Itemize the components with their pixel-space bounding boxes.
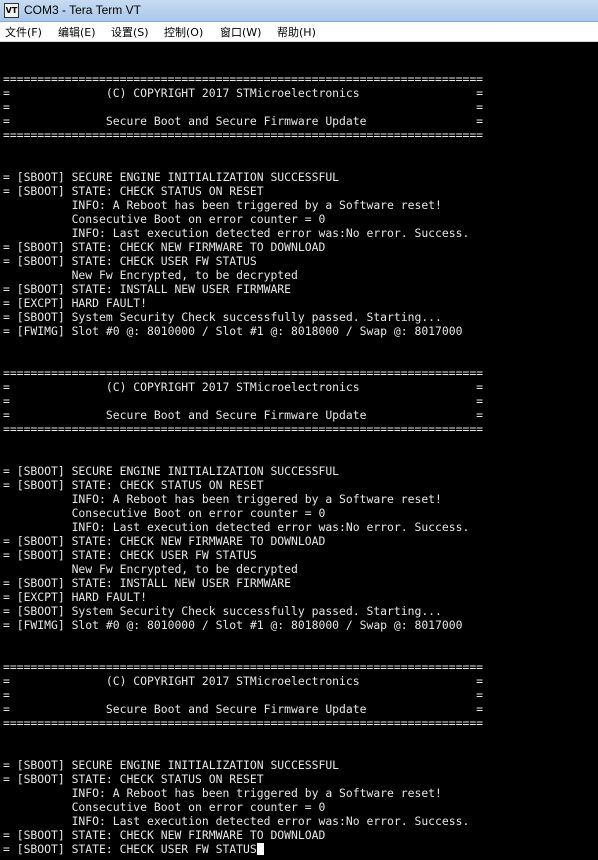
terminal-line: = [SBOOT] STATE: INSTALL NEW USER FIRMWA… xyxy=(3,576,292,590)
terminal-line: INFO: Last execution detected error was:… xyxy=(3,520,470,534)
terminal-line: ========================================… xyxy=(3,72,484,86)
terminal-line: = (C) COPYRIGHT 2017 STMicroelectronics … xyxy=(3,86,484,100)
menu-edit[interactable]: 编辑(E) xyxy=(56,24,98,40)
terminal-line: = = xyxy=(3,688,484,702)
terminal-line: = [SBOOT] SECURE ENGINE INITIALIZATION S… xyxy=(3,758,340,772)
terminal-output[interactable]: ========================================… xyxy=(0,42,598,860)
terminal-line: = [SBOOT] STATE: CHECK USER FW STATUS xyxy=(3,842,598,856)
terminal-line: INFO: A Reboot has been triggered by a S… xyxy=(3,786,442,800)
terminal-line: = (C) COPYRIGHT 2017 STMicroelectronics … xyxy=(3,674,484,688)
terminal-line: INFO: Last execution detected error was:… xyxy=(3,814,470,828)
terminal-line: = [SBOOT] System Security Check successf… xyxy=(3,604,442,618)
menu-help[interactable]: 帮助(H) xyxy=(275,24,318,40)
menu-control[interactable]: 控制(O) xyxy=(162,24,205,40)
menu-window[interactable]: 窗口(W) xyxy=(218,24,263,40)
terminal-line: = [SBOOT] System Security Check successf… xyxy=(3,310,442,324)
terminal-line: = [SBOOT] STATE: CHECK USER FW STATUS xyxy=(3,254,257,268)
terminal-line: = [SBOOT] STATE: CHECK STATUS ON RESET xyxy=(3,184,264,198)
tera-term-window: VT COM3 - Tera Term VT 文件(F) 编辑(E) 设置(S)… xyxy=(0,0,598,860)
terminal-line: ========================================… xyxy=(3,128,484,142)
terminal-line: Consecutive Boot on error counter = 0 xyxy=(3,506,326,520)
terminal-line: = [EXCPT] HARD FAULT! xyxy=(3,590,148,604)
terminal-line: = [FWIMG] Slot #0 @: 8010000 / Slot #1 @… xyxy=(3,324,463,338)
terminal-line: INFO: A Reboot has been triggered by a S… xyxy=(3,492,442,506)
terminal-line: ========================================… xyxy=(3,660,484,674)
window-title: COM3 - Tera Term VT xyxy=(24,3,141,17)
terminal-line: ========================================… xyxy=(3,422,484,436)
terminal-line: = [FWIMG] Slot #0 @: 8010000 / Slot #1 @… xyxy=(3,618,463,632)
menu-file[interactable]: 文件(F) xyxy=(3,24,44,40)
terminal-line: = [SBOOT] SECURE ENGINE INITIALIZATION S… xyxy=(3,170,340,184)
terminal-line: ========================================… xyxy=(3,716,484,730)
tera-term-app-icon[interactable]: VT xyxy=(4,3,19,18)
terminal-line: INFO: A Reboot has been triggered by a S… xyxy=(3,198,442,212)
terminal-line: New Fw Encrypted, to be decrypted xyxy=(3,268,298,282)
terminal-line: = = xyxy=(3,394,484,408)
menu-bar: 文件(F) 编辑(E) 设置(S) 控制(O) 窗口(W) 帮助(H) xyxy=(0,22,598,42)
terminal-line: = Secure Boot and Secure Firmware Update… xyxy=(3,114,484,128)
menu-settings[interactable]: 设置(S) xyxy=(109,24,151,40)
terminal-line: ========================================… xyxy=(3,366,484,380)
terminal-line: = [SBOOT] STATE: CHECK STATUS ON RESET xyxy=(3,478,264,492)
terminal-line: = [SBOOT] SECURE ENGINE INITIALIZATION S… xyxy=(3,464,340,478)
terminal-line: = (C) COPYRIGHT 2017 STMicroelectronics … xyxy=(3,380,484,394)
terminal-line: = [SBOOT] STATE: CHECK NEW FIRMWARE TO D… xyxy=(3,828,326,842)
terminal-line: = [SBOOT] STATE: CHECK NEW FIRMWARE TO D… xyxy=(3,240,326,254)
terminal-line: = Secure Boot and Secure Firmware Update… xyxy=(3,702,484,716)
terminal-cursor xyxy=(256,843,264,855)
terminal-line: INFO: Last execution detected error was:… xyxy=(3,226,470,240)
terminal-line: = [SBOOT] STATE: INSTALL NEW USER FIRMWA… xyxy=(3,282,292,296)
terminal-line: Consecutive Boot on error counter = 0 xyxy=(3,212,326,226)
terminal-line: New Fw Encrypted, to be decrypted xyxy=(3,562,298,576)
terminal-line: = [SBOOT] STATE: CHECK STATUS ON RESET xyxy=(3,772,264,786)
terminal-line: = [SBOOT] STATE: CHECK USER FW STATUS xyxy=(3,548,257,562)
terminal-line: = [SBOOT] STATE: CHECK NEW FIRMWARE TO D… xyxy=(3,534,326,548)
title-bar[interactable]: VT COM3 - Tera Term VT xyxy=(0,0,598,22)
terminal-line: Consecutive Boot on error counter = 0 xyxy=(3,800,326,814)
terminal-line: = [EXCPT] HARD FAULT! xyxy=(3,296,148,310)
terminal-line: = = xyxy=(3,100,484,114)
terminal-line: = Secure Boot and Secure Firmware Update… xyxy=(3,408,484,422)
